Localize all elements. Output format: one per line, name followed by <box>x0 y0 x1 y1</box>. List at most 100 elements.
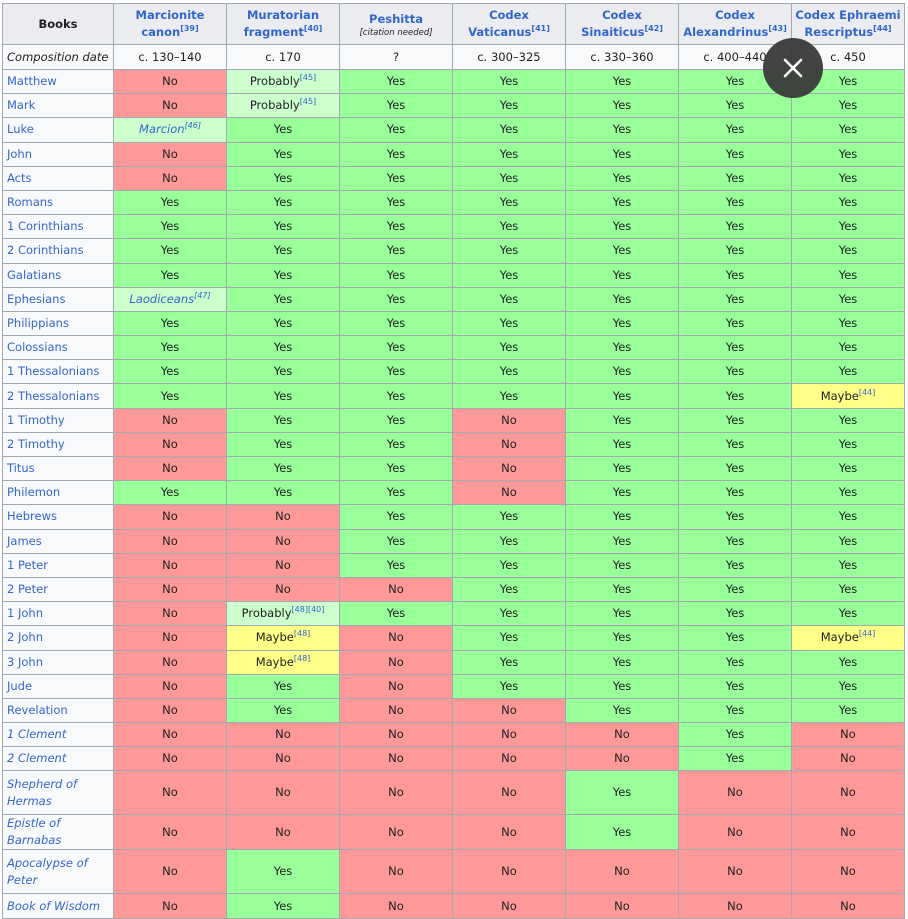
book-link[interactable]: Philippians <box>7 316 69 330</box>
book-link[interactable]: Matthew <box>7 74 57 88</box>
citation-link[interactable]: [44] <box>859 630 875 639</box>
status-text: No <box>275 727 291 742</box>
status-text: Yes <box>273 122 293 137</box>
citation-link[interactable]: [44] <box>859 388 875 397</box>
book-link[interactable]: Titus <box>7 461 35 475</box>
status-cell: Yes <box>678 407 792 433</box>
citation-link[interactable]: [43] <box>768 24 786 33</box>
citation-link[interactable]: [41] <box>531 24 549 33</box>
book-link[interactable]: 2 Corinthians <box>7 243 84 257</box>
status-text: Yes <box>160 364 180 379</box>
book-link[interactable]: 2 Thessalonians <box>7 389 99 403</box>
citation-link[interactable]: [39] <box>180 24 198 33</box>
status-text: Yes <box>725 122 745 137</box>
book-link[interactable]: Mark <box>7 98 35 112</box>
header-column[interactable]: Marcionite canon[39] <box>113 3 227 45</box>
book-cell: Philemon <box>2 480 114 506</box>
header-column[interactable]: Muratorian fragment[40] <box>226 3 340 45</box>
header-link[interactable]: Codex Vaticanus <box>468 8 531 39</box>
table-row: 1 John No Probably[48][40] Yes Yes Yes Yes Yes <box>2 601 905 627</box>
citation-link[interactable]: [48] <box>294 630 310 639</box>
book-cell: 1 Peter <box>2 552 114 578</box>
book-link[interactable]: John <box>7 147 32 161</box>
status-text: Yes <box>612 785 632 800</box>
header-column[interactable]: Codex Vaticanus[41] <box>452 3 566 45</box>
status-cell: Yes <box>791 601 905 627</box>
status-cell: Yes <box>791 552 905 578</box>
status-text[interactable]: Marcion <box>139 122 185 136</box>
citation-link[interactable]: [46] <box>185 122 201 131</box>
status-cell: No <box>678 893 792 919</box>
book-link[interactable]: 2 Peter <box>7 582 48 596</box>
table-row: Hebrews No No Yes Yes Yes Yes Yes <box>2 504 905 530</box>
status-cell: No <box>113 770 227 816</box>
status-cell: Yes <box>113 214 227 240</box>
header-link[interactable]: Peshitta <box>369 12 423 26</box>
citation-needed-note[interactable]: [citation needed] <box>342 28 450 38</box>
book-link[interactable]: 2 Clement <box>7 751 66 765</box>
book-link[interactable]: Book of Wisdom <box>7 899 100 913</box>
status-cell: Yes <box>452 601 566 627</box>
citation-link[interactable]: [48][40] <box>292 605 325 614</box>
status-text: Yes <box>499 364 519 379</box>
book-link[interactable]: 2 John <box>7 630 43 644</box>
status-text: Yes <box>499 98 519 113</box>
book-link[interactable]: Romans <box>7 195 53 209</box>
table-row: 1 Clement No No No No No Yes No <box>2 722 905 748</box>
status-text[interactable]: Laodiceans <box>129 292 194 306</box>
book-link[interactable]: Luke <box>7 122 34 136</box>
citation-link[interactable]: [45] <box>300 73 316 82</box>
status-cell: Yes <box>678 673 792 699</box>
status-text: No <box>388 824 404 839</box>
citation-link[interactable]: [47] <box>194 291 210 300</box>
status-text: No <box>162 606 178 621</box>
status-cell: Yes <box>452 528 566 554</box>
status-cell: Yes <box>565 68 679 95</box>
book-link[interactable]: 1 Thessalonians <box>7 364 99 378</box>
status-text: Yes <box>273 291 293 306</box>
citation-link[interactable]: [44] <box>873 24 891 33</box>
book-link[interactable]: Revelation <box>7 703 68 717</box>
book-link[interactable]: 1 Clement <box>7 727 66 741</box>
status-cell: No <box>452 722 566 748</box>
status-text: No <box>162 582 178 597</box>
status-cell: Yes <box>565 286 679 312</box>
book-link[interactable]: Colossians <box>7 340 68 354</box>
book-link[interactable]: 1 Corinthians <box>7 219 84 233</box>
status-cell: Yes <box>452 238 566 264</box>
header-column[interactable]: Codex Ephraemi Rescriptus[44] <box>791 3 905 45</box>
book-link[interactable]: Jude <box>7 679 32 693</box>
header-column[interactable]: Codex Alexandrinus[43] <box>678 3 792 45</box>
header-column[interactable]: Codex Sinaiticus[42] <box>565 3 679 45</box>
book-link[interactable]: Shepherd of Hermas <box>7 777 77 808</box>
status-text: No <box>614 864 630 879</box>
book-link[interactable]: Ephesians <box>7 292 65 306</box>
citation-link[interactable]: [45] <box>300 97 316 106</box>
book-link[interactable]: Apocalypse of Peter <box>7 856 88 887</box>
citation-link[interactable]: [42] <box>644 24 662 33</box>
book-link[interactable]: Philemon <box>7 485 60 499</box>
citation-link[interactable]: [48] <box>294 654 310 663</box>
status-cell: Yes <box>678 697 792 724</box>
book-link[interactable]: 3 John <box>7 655 43 669</box>
book-link[interactable]: Acts <box>7 171 32 185</box>
book-link[interactable]: Epistle of Barnabas <box>7 816 61 847</box>
status-text: Maybe <box>255 630 294 645</box>
status-text: Yes <box>386 436 406 451</box>
citation-link[interactable]: [40] <box>304 24 322 33</box>
book-link[interactable]: 1 John <box>7 606 43 620</box>
book-link[interactable]: 2 Timothy <box>7 437 65 451</box>
status-text: No <box>162 654 178 669</box>
header-link[interactable]: Codex Alexandrinus <box>683 8 768 39</box>
status-text: No <box>614 727 630 742</box>
header-link[interactable]: Codex Sinaiticus <box>581 8 644 39</box>
status-cell: Yes <box>791 262 905 288</box>
book-link[interactable]: James <box>7 534 42 548</box>
status-text: No <box>162 864 178 879</box>
header-column[interactable]: Peshitta [citation needed] <box>339 3 453 45</box>
close-button[interactable] <box>763 38 823 98</box>
book-link[interactable]: 1 Peter <box>7 558 48 572</box>
book-link[interactable]: Galatians <box>7 268 61 282</box>
book-link[interactable]: Hebrews <box>7 509 57 523</box>
book-link[interactable]: 1 Timothy <box>7 413 65 427</box>
